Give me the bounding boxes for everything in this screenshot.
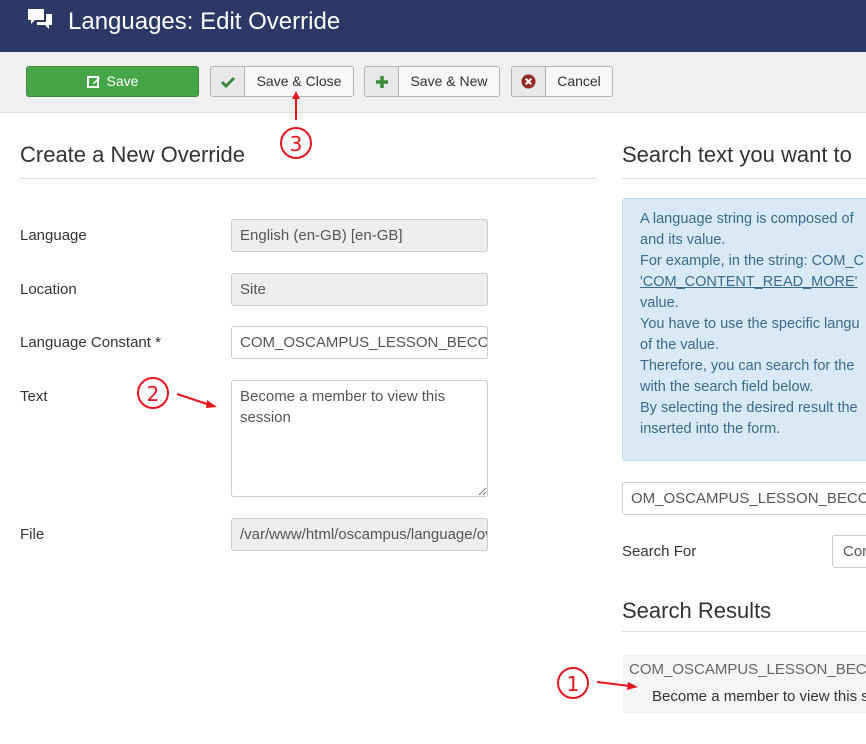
constant-label: Language Constant * bbox=[20, 334, 161, 351]
override-form: Create a New Override bbox=[20, 140, 596, 179]
language-label: Language bbox=[20, 227, 87, 244]
file-label: File bbox=[20, 526, 45, 543]
search-panel: Search text you want to bbox=[622, 140, 866, 179]
svg-text:2: 2 bbox=[147, 382, 160, 406]
info-line: By selecting the desired result the bbox=[640, 400, 858, 416]
results-title: Search Results bbox=[622, 596, 866, 632]
svg-text:1: 1 bbox=[567, 672, 580, 696]
info-line: For example, in the string: COM_C bbox=[640, 253, 865, 269]
toolbar: Save Save & Close Save & New Cancel bbox=[0, 52, 866, 113]
info-link[interactable]: 'COM_CONTENT_READ_MORE' bbox=[640, 274, 857, 290]
location-field: Site bbox=[231, 273, 488, 306]
save-new-label: Save & New bbox=[410, 73, 488, 89]
info-line: Therefore, you can search for the bbox=[640, 358, 855, 374]
search-title: Search text you want to bbox=[622, 140, 866, 179]
info-line: and its value. bbox=[640, 232, 726, 248]
save-close-button[interactable]: Save & Close bbox=[210, 66, 354, 97]
cancel-button[interactable]: Cancel bbox=[511, 66, 613, 97]
result-item[interactable]: COM_OSCAMPUS_LESSON_BECOME Become a memb… bbox=[623, 654, 866, 714]
info-line: of the value. bbox=[640, 337, 719, 353]
info-line: value. bbox=[640, 295, 679, 311]
search-for-select[interactable]: Constant bbox=[832, 535, 866, 568]
text-textarea[interactable]: Become a member to view this session bbox=[231, 380, 488, 497]
page-title: Languages: Edit Override bbox=[68, 8, 341, 35]
form-title: Create a New Override bbox=[20, 140, 596, 179]
page-header: Languages: Edit Override bbox=[0, 0, 866, 52]
file-field: /var/www/html/oscampus/language/override… bbox=[231, 518, 488, 551]
save-new-button[interactable]: Save & New bbox=[364, 66, 500, 97]
save-label: Save bbox=[106, 73, 139, 89]
check-icon bbox=[220, 76, 235, 88]
info-line: with the search field below. bbox=[640, 379, 814, 395]
cancel-label: Cancel bbox=[557, 73, 601, 89]
comments-icon bbox=[28, 9, 52, 29]
result-constant: COM_OSCAMPUS_LESSON_BECOME bbox=[629, 661, 866, 678]
info-line: You have to use the specific langu bbox=[640, 316, 860, 332]
cancel-icon bbox=[521, 74, 536, 89]
result-text: Become a member to view this session bbox=[652, 688, 866, 705]
constant-input[interactable]: COM_OSCAMPUS_LESSON_BECOME_A_MEMBER bbox=[231, 326, 488, 359]
info-line: A language string is composed of bbox=[640, 211, 854, 227]
info-line: inserted into the form. bbox=[640, 421, 781, 437]
edit-icon bbox=[86, 75, 100, 88]
save-close-label: Save & Close bbox=[256, 73, 342, 89]
text-label: Text bbox=[20, 388, 48, 405]
save-button[interactable]: Save bbox=[26, 66, 199, 97]
info-alert: A language string is composed of and its… bbox=[622, 198, 866, 461]
location-label: Location bbox=[20, 281, 77, 298]
language-field: English (en-GB) [en-GB] bbox=[231, 219, 488, 252]
annotation-2: 2 bbox=[137, 377, 217, 409]
plus-icon bbox=[375, 75, 388, 88]
search-for-label: Search For bbox=[622, 543, 697, 560]
search-input[interactable]: OM_OSCAMPUS_LESSON_BECOME bbox=[622, 482, 866, 515]
